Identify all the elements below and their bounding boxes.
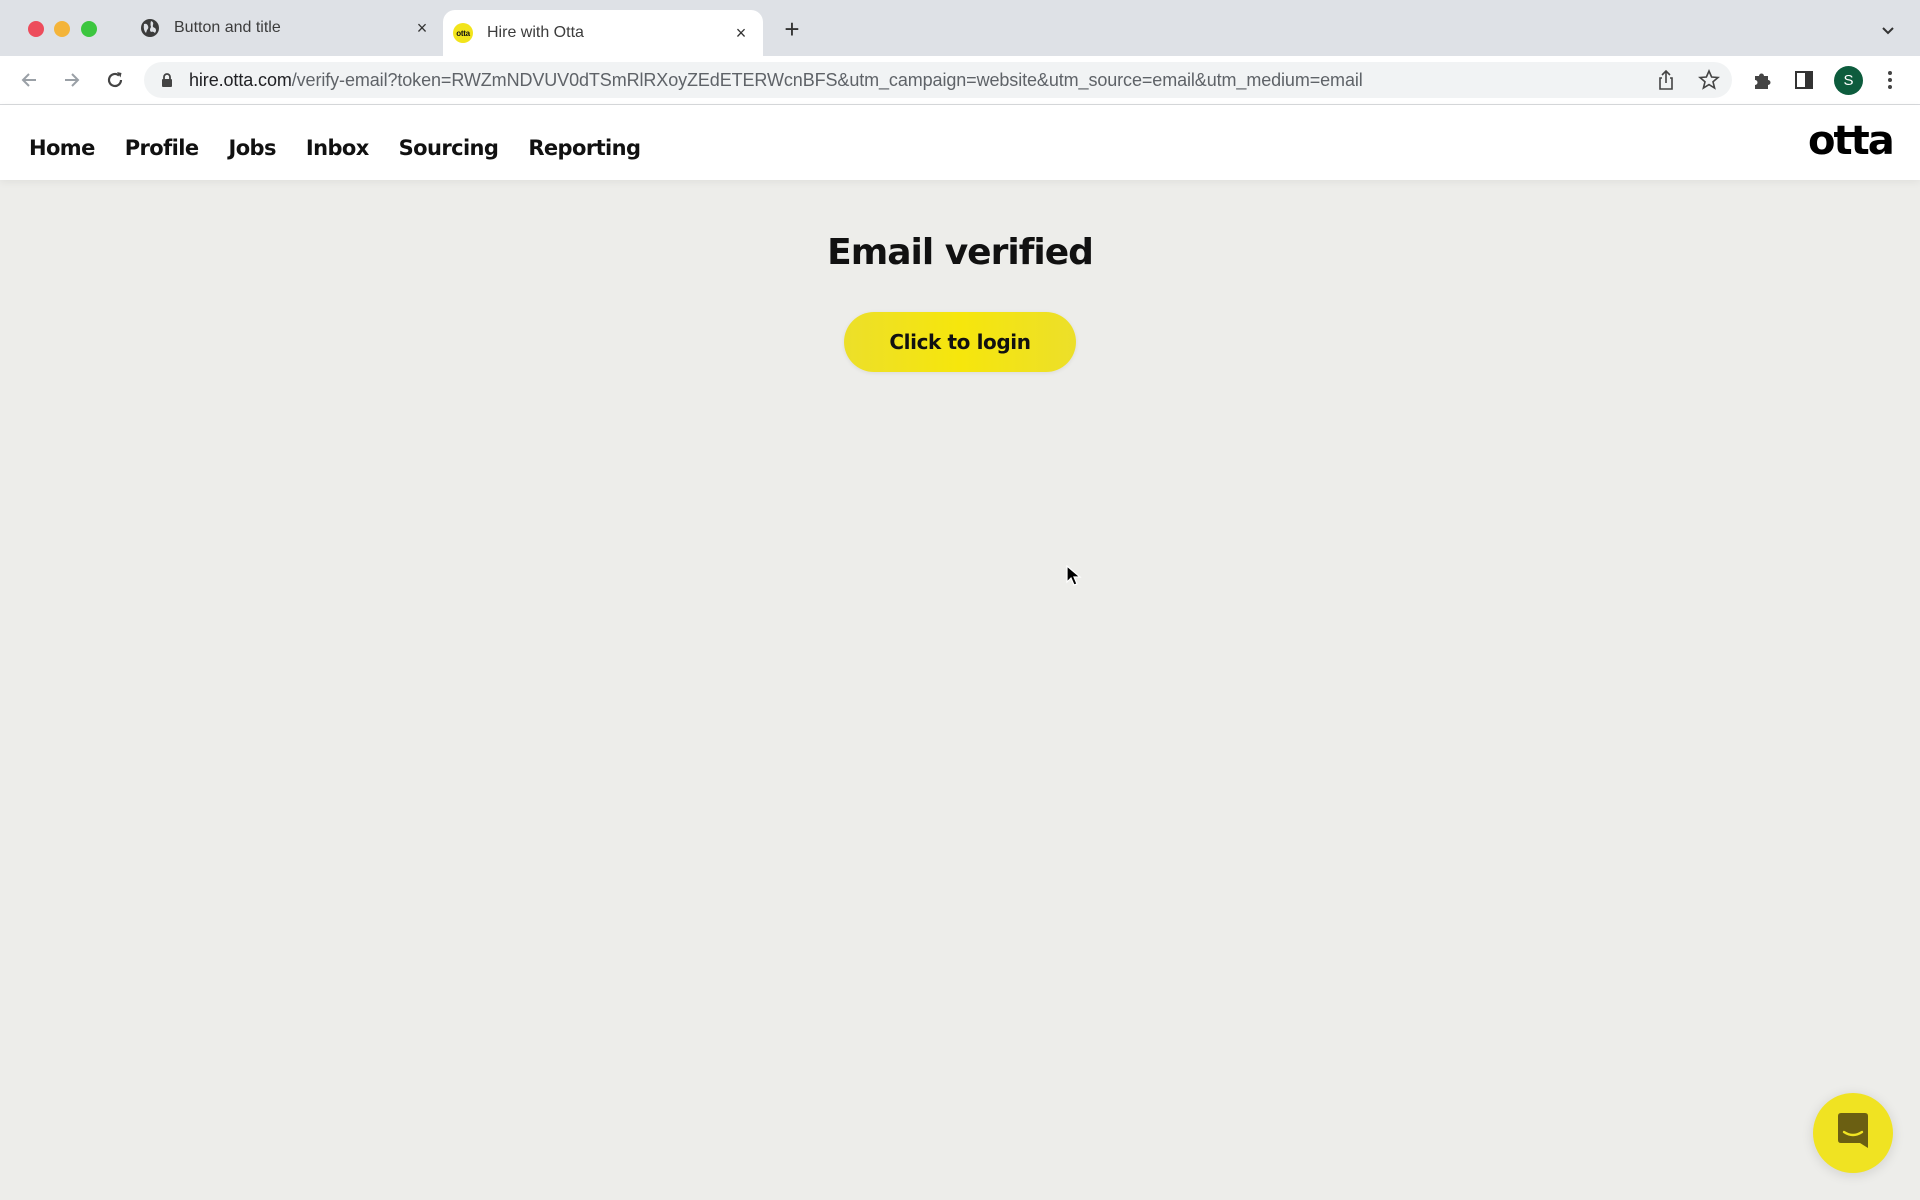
new-tab-button[interactable]: + <box>780 16 804 42</box>
lock-icon[interactable] <box>160 72 174 88</box>
url-path: /verify-email?token=RWZmNDVUV0dTSmRlRXoy… <box>291 70 1363 90</box>
main-nav: Home Profile Jobs Inbox Sourcing Reporti… <box>29 136 670 160</box>
extensions-puzzle-icon[interactable] <box>1748 66 1776 94</box>
otta-favicon-icon: otta <box>453 23 473 43</box>
mouse-cursor-icon <box>1066 564 1082 587</box>
forward-arrow-icon[interactable] <box>58 66 86 94</box>
nav-jobs[interactable]: Jobs <box>229 136 277 160</box>
window-close-button[interactable] <box>28 21 44 37</box>
reload-icon[interactable] <box>101 66 129 94</box>
profile-avatar[interactable]: S <box>1834 66 1863 95</box>
chat-launcher-button[interactable] <box>1813 1093 1893 1173</box>
tab-button-and-title[interactable]: Button and title × <box>130 0 442 56</box>
back-arrow-icon[interactable] <box>15 66 43 94</box>
otta-logo[interactable]: otta <box>1808 118 1895 164</box>
page-title: Email verified <box>827 232 1094 273</box>
bookmark-star-icon[interactable] <box>1695 66 1723 94</box>
tab-title: Hire with Otta <box>487 24 584 41</box>
nav-profile[interactable]: Profile <box>125 136 199 160</box>
login-button[interactable]: Click to login <box>844 312 1076 372</box>
share-icon[interactable] <box>1652 66 1680 94</box>
tab-title: Button and title <box>174 19 281 36</box>
tab-close-icon[interactable]: × <box>731 23 751 43</box>
globe-icon <box>140 18 160 38</box>
tab-close-icon[interactable]: × <box>412 18 432 38</box>
side-panel-icon[interactable] <box>1790 66 1818 94</box>
browser-menu-icon[interactable] <box>1876 66 1904 94</box>
url-text[interactable]: hire.otta.com/verify-email?token=RWZmNDV… <box>189 69 1363 91</box>
nav-inbox[interactable]: Inbox <box>306 136 369 160</box>
url-host: hire.otta.com <box>189 70 292 90</box>
nav-reporting[interactable]: Reporting <box>528 136 641 160</box>
tab-hire-with-otta[interactable]: otta Hire with Otta × <box>443 10 763 56</box>
tab-search-chevron-icon[interactable] <box>1878 20 1898 40</box>
nav-home[interactable]: Home <box>29 136 95 160</box>
nav-sourcing[interactable]: Sourcing <box>399 136 499 160</box>
window-minimize-button[interactable] <box>54 21 70 37</box>
window-zoom-button[interactable] <box>81 21 97 37</box>
chat-smile-icon <box>1835 1112 1871 1155</box>
